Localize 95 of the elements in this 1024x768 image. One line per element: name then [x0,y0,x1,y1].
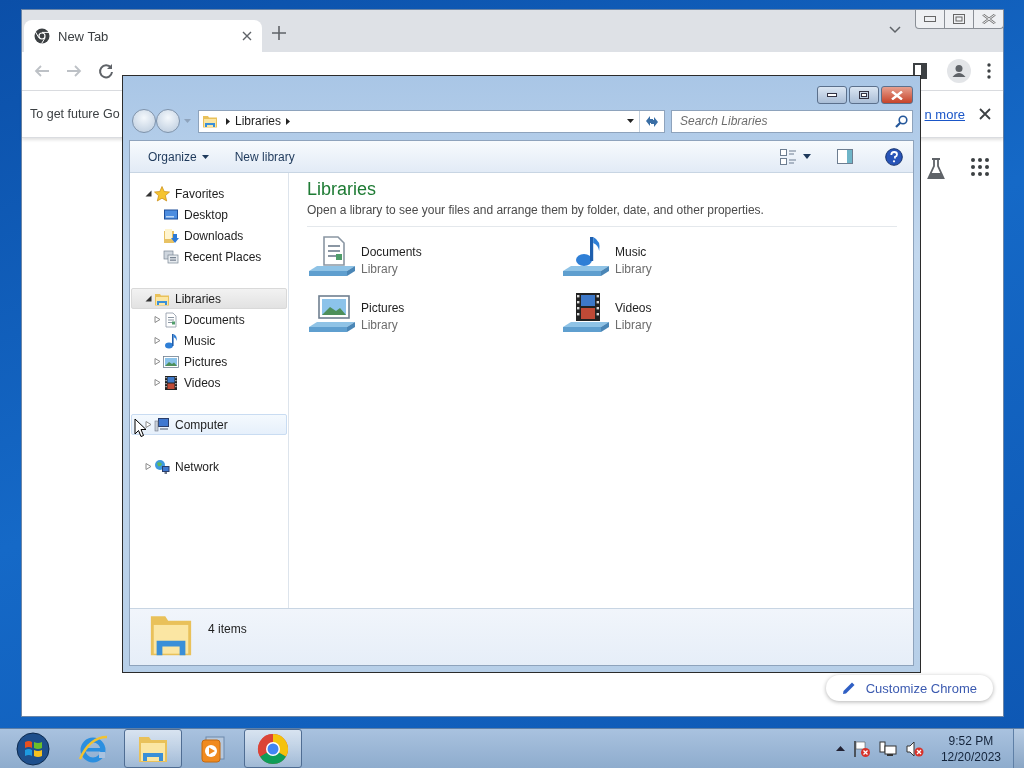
library-name[interactable]: Music [615,245,652,259]
maximize-icon[interactable] [953,14,965,24]
browser-logo-icon [34,28,50,44]
network-globe-icon [154,458,170,475]
library-type: Library [615,318,652,332]
mouse-pointer-icon [134,418,147,438]
library-folder-icon [201,113,219,129]
taskbar-button[interactable] [124,729,182,768]
preview-pane-icon[interactable] [837,149,853,164]
maximize-button[interactable] [849,86,879,104]
view-list-icon[interactable] [780,148,797,165]
page-description: Open a library to see your files and arrange them by folder, date, and other properties. [307,203,897,227]
document-icon [163,311,179,328]
forward-button[interactable] [156,109,180,133]
expanded-triangle-icon[interactable] [144,190,152,197]
nav-tree-item[interactable]: Libraries [131,288,287,309]
search-icon[interactable] [895,114,908,128]
maximize-icon [859,91,869,99]
help-icon[interactable] [885,147,903,166]
profile-avatar-icon[interactable] [947,59,971,83]
pencil-icon [841,681,856,695]
browser-tab[interactable]: New Tab [24,20,262,52]
library-name[interactable]: Videos [615,301,652,315]
breadcrumb-arrow-icon[interactable] [286,117,291,125]
nav-tree-item[interactable]: Desktop [131,204,287,225]
round-logo-icon [257,732,289,765]
close-icon [891,90,903,100]
window-caption-buttons[interactable] [915,10,1004,29]
address-bar[interactable]: Libraries [198,109,665,133]
item-count: 4 items [208,622,247,636]
library-type: Library [361,262,399,276]
apps-grid-icon[interactable] [971,158,989,176]
show-hidden-icons-arrow[interactable] [835,746,845,751]
computer-icon [154,416,170,433]
close-icon[interactable] [242,31,252,41]
breadcrumb-arrow-icon[interactable] [226,117,230,125]
search-field[interactable]: Search Libraries [671,109,913,133]
reload-icon[interactable] [96,61,116,81]
minimize-icon[interactable] [924,16,936,22]
download-folder-icon [163,227,179,244]
library-name[interactable]: Pictures [361,301,405,315]
caret-icon[interactable] [803,154,811,159]
collapsed-triangle-icon[interactable] [153,358,161,365]
expanded-triangle-icon[interactable] [144,295,152,302]
plus-icon[interactable] [272,26,286,40]
music-note-icon [163,332,179,349]
library-folder-icon [148,613,194,657]
nav-tree-item[interactable]: Recent Places [131,246,287,267]
collapsed-triangle-icon[interactable] [144,421,152,428]
flask-icon[interactable] [927,158,945,180]
star-icon [154,185,170,202]
taskbar-button[interactable] [244,729,302,768]
nav-tree-item[interactable]: Favorites [131,183,287,204]
nav-tree-item[interactable]: Pictures [131,351,287,372]
play-icon [200,734,226,763]
nav-tree-item[interactable]: Downloads [131,225,287,246]
nav-tree-item[interactable]: Music [131,330,287,351]
library-type: Library [361,318,399,332]
collapsed-triangle-icon[interactable] [144,463,152,470]
nav-tree-item[interactable]: Network [131,456,287,477]
infobar-message: To get future Go [30,107,120,121]
speaker-muted-icon[interactable] [904,739,925,758]
folder-icon [137,734,169,763]
minimize-button[interactable] [817,86,847,104]
toolbar-button[interactable]: Organize [142,145,215,168]
library-type: Library [615,262,652,276]
toolbar-button[interactable]: New library [228,145,301,168]
close-icon[interactable] [979,108,991,120]
picture-icon [163,353,179,370]
customize-button[interactable]: Customize Chrome [825,675,993,701]
clock-date[interactable]: 12/20/2023 [940,748,1001,765]
dropdown-arrow-icon[interactable] [627,119,634,123]
library-name[interactable]: Documents [361,245,422,259]
clock-time[interactable]: 9:52 PM [948,732,994,749]
minimize-icon [827,93,837,97]
network-monitor-icon[interactable] [878,739,897,758]
page-heading: Libraries [307,179,378,200]
four-color-orb-icon [16,731,50,766]
collapsed-triangle-icon[interactable] [153,316,161,323]
learn-more-link[interactable]: n more [924,106,965,122]
side-panel-icon[interactable] [913,63,927,79]
breadcrumb-item[interactable]: Libraries [230,114,287,128]
collapsed-triangle-icon[interactable] [153,337,161,344]
collapsed-triangle-icon[interactable] [153,379,161,386]
nav-tree-item[interactable]: Documents [131,309,287,330]
windows-stack-icon [163,248,179,265]
refresh-arrows-icon[interactable] [645,115,659,127]
nav-tree-item[interactable]: Videos [131,372,287,393]
close-button[interactable] [881,86,913,104]
flag-error-icon[interactable] [852,739,871,758]
chevron-down-icon[interactable] [889,26,901,34]
nav-tree-item[interactable]: Computer [131,414,287,435]
more-vertical-icon[interactable] [987,63,991,79]
film-strip-icon [163,374,179,391]
back-button[interactable] [132,109,156,133]
